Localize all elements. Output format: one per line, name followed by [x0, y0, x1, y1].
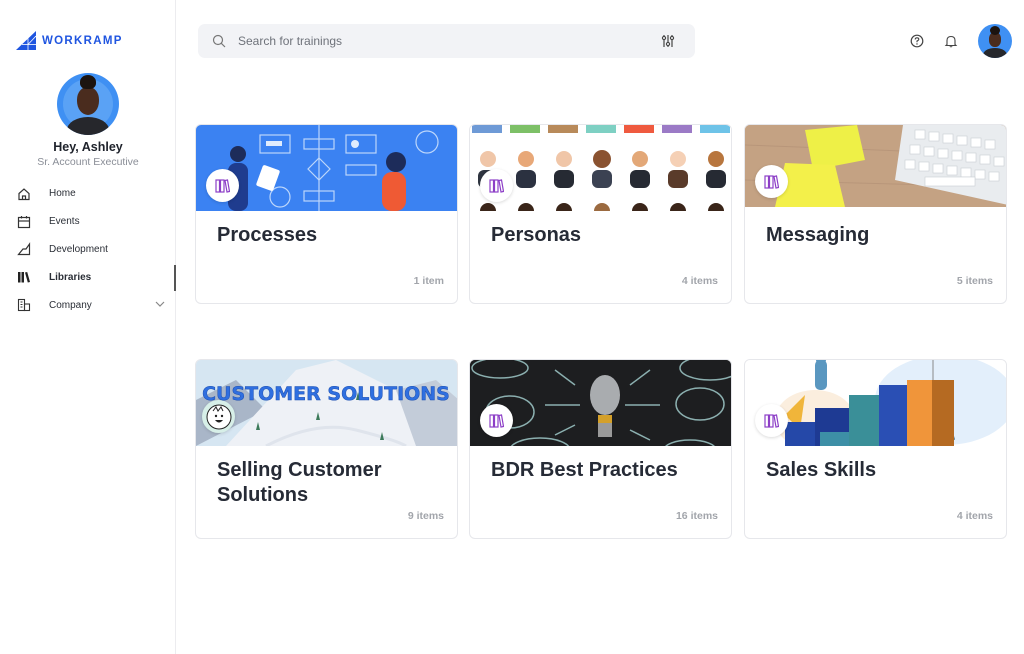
card-item-count: 9 items [407, 510, 444, 522]
card-image-processes [196, 125, 457, 211]
user-avatar[interactable] [978, 24, 1012, 58]
library-icon [215, 178, 230, 193]
card-title: Messaging [766, 224, 870, 246]
card-title: Sales Skills [766, 459, 877, 481]
sidebar: WORKRAMP Hey, Ashley Sr. Account Executi… [0, 0, 176, 654]
workramp-logo-icon [16, 31, 36, 50]
library-icon [764, 413, 779, 428]
brand-logo[interactable]: WORKRAMP [16, 31, 123, 50]
profile-avatar[interactable] [57, 73, 119, 135]
custom-avatar-badge [202, 400, 235, 433]
library-card-messaging[interactable]: Messaging 5 items [744, 124, 1007, 304]
library-card-personas[interactable]: Personas 4 items [469, 124, 732, 304]
filter-icon[interactable] [661, 34, 675, 48]
home-icon [18, 188, 30, 200]
building-icon [17, 299, 31, 312]
chevron-down-icon[interactable] [154, 298, 166, 310]
library-badge [755, 165, 788, 198]
sidebar-item-development[interactable]: Development [0, 236, 176, 264]
sidebar-item-label: Libraries [49, 271, 92, 283]
card-item-count: 5 items [956, 275, 993, 287]
header-actions [910, 24, 1012, 58]
profile-role: Sr. Account Executive [37, 156, 139, 168]
card-item-count: 16 items [675, 510, 718, 522]
card-title: Processes [217, 224, 318, 246]
card-title: BDR Best Practices [491, 459, 678, 481]
card-title: Personas [491, 224, 582, 246]
card-item-count: 4 items [956, 510, 993, 522]
sidebar-item-home[interactable]: Home [0, 180, 176, 208]
sidebar-nav: Home Events Development Libraries Compan… [0, 180, 176, 319]
cartoon-face-icon [206, 404, 231, 429]
sidebar-item-events[interactable]: Events [0, 208, 176, 236]
search-icon [212, 34, 226, 48]
app: WORKRAMP Hey, Ashley Sr. Account Executi… [0, 0, 1024, 654]
help-icon[interactable] [910, 34, 924, 48]
library-icon [489, 178, 504, 193]
card-image-bdr [470, 360, 731, 446]
card-image-personas [470, 125, 731, 211]
library-card-processes[interactable]: Processes 1 item [195, 124, 458, 304]
sidebar-item-company[interactable]: Company [0, 291, 176, 319]
library-card-bdr-best-practices[interactable]: BDR Best Practices 16 items [469, 359, 732, 539]
card-item-count: 1 item [413, 275, 444, 287]
sidebar-item-label: Company [49, 299, 92, 311]
library-icon [489, 413, 504, 428]
search-bar [198, 24, 695, 58]
card-item-count: 4 items [681, 275, 718, 287]
search-input[interactable] [238, 34, 638, 48]
banner-text: CUSTOMER SOLUTIONS [202, 383, 450, 405]
library-badge [755, 404, 788, 437]
card-image-sales-skills [745, 360, 1006, 446]
calendar-icon [17, 215, 31, 228]
sidebar-item-label: Development [49, 243, 108, 255]
sidebar-item-label: Events [49, 216, 80, 228]
library-card-sales-skills[interactable]: Sales Skills 4 items [744, 359, 1007, 539]
sidebar-item-libraries[interactable]: Libraries [0, 263, 176, 292]
user-profile: Hey, Ashley Sr. Account Executive [0, 73, 176, 168]
card-title: Selling Customer Solutions [217, 459, 382, 506]
library-badge [480, 169, 513, 202]
profile-greeting: Hey, Ashley [53, 140, 123, 154]
active-indicator [174, 265, 176, 292]
library-badge [480, 404, 513, 437]
library-card-selling-customer-solutions[interactable]: CUSTOMER SOLUTIONS Selling Customer Solu… [195, 359, 458, 539]
sidebar-item-label: Home [49, 188, 76, 200]
library-icon [764, 174, 779, 189]
card-image-messaging [745, 125, 1006, 207]
libraries-icon [18, 272, 30, 283]
bell-icon[interactable] [944, 34, 958, 48]
development-icon [17, 242, 31, 256]
brand-name: WORKRAMP [42, 34, 123, 47]
library-badge [206, 169, 239, 202]
card-image-customer-solutions: CUSTOMER SOLUTIONS [196, 360, 457, 446]
